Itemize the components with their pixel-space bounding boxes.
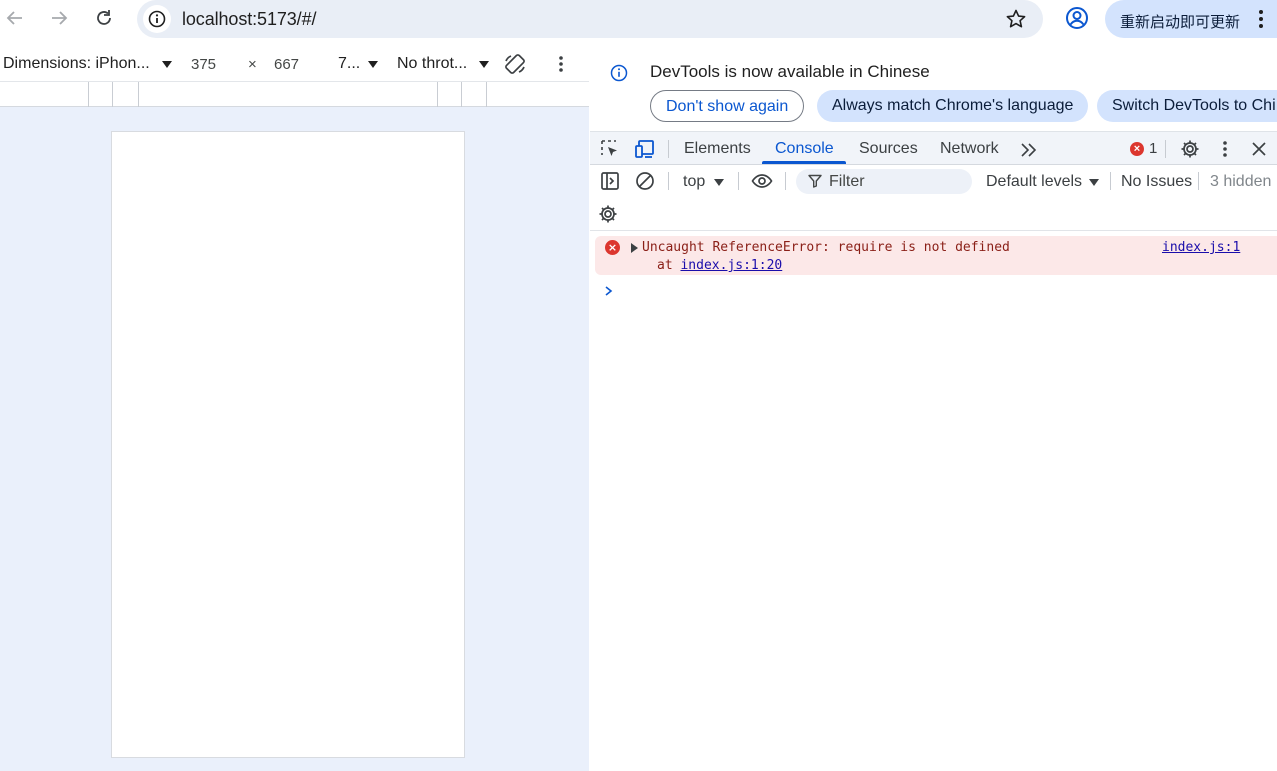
expand-triangle-icon[interactable] [631,243,638,253]
width-input[interactable]: 375 [191,56,216,73]
devtools-tabbar: Elements Console Sources Network × 1 [590,131,1277,165]
filter-funnel-icon [808,174,822,188]
filter-input[interactable]: Filter [796,169,972,194]
device-toggle-icon[interactable] [634,138,656,160]
relaunch-update-button[interactable]: 重新启动即可更新 [1105,0,1277,38]
device-toolbar: Dimensions: iPhon... 375 × 667 7... No t… [0,47,589,81]
info-icon [610,64,628,82]
sidebar-toggle-icon[interactable] [599,170,621,192]
profile-button[interactable] [1064,5,1090,31]
error-text: Uncaught ReferenceError: require is not … [642,240,1010,255]
zoom-label: 7... [338,55,361,72]
account-icon [1066,7,1088,29]
devtools-panel: DevTools is now available in Chinese Don… [590,47,1277,771]
forward-button[interactable] [47,6,71,30]
back-button[interactable] [3,6,27,30]
more-options-icon[interactable] [558,55,564,73]
tab-console[interactable]: Console [775,140,834,158]
zoom-select[interactable]: 7... [338,55,360,73]
divider [1165,140,1166,158]
dimensions-label: Dimensions: iPhon... [3,55,150,72]
error-icon: × [1130,141,1144,156]
tab-sources[interactable]: Sources [859,140,918,158]
active-tab-indicator [762,161,846,164]
divider [785,172,786,190]
settings-gear-icon[interactable] [1179,138,1201,160]
source-link[interactable]: index.js:1 [1162,240,1240,255]
log-levels-select[interactable]: Default levels [986,173,1082,191]
stack-prefix: at [657,258,681,273]
divider [668,172,669,190]
eye-icon[interactable] [751,170,773,192]
close-icon[interactable] [1248,138,1270,160]
issues-counter[interactable]: No Issues [1121,173,1192,191]
console-error-message[interactable]: × Uncaught ReferenceError: require is no… [595,236,1277,275]
height-input[interactable]: 667 [274,56,299,73]
site-info-button[interactable] [143,5,171,33]
error-count: 1 [1149,140,1158,157]
error-count-badge[interactable]: × 1 [1130,140,1157,157]
reload-button[interactable] [92,6,116,30]
reload-icon [97,10,111,25]
arrow-left-icon [6,11,22,25]
language-infobar: DevTools is now available in Chinese Don… [590,47,1277,131]
chevron-down-icon [479,61,489,68]
inspect-element-icon[interactable] [599,138,621,160]
stack-trace-link[interactable]: index.js:1:20 [680,258,782,273]
rotate-icon[interactable] [503,52,527,76]
info-circle-icon [148,10,166,28]
tab-network[interactable]: Network [940,140,999,158]
address-bar[interactable]: localhost:5173/#/ [137,0,1043,38]
switch-devtools-language-button[interactable]: Switch DevTools to Chi [1097,90,1277,122]
url-text[interactable]: localhost:5173/#/ [182,9,317,30]
stack-trace-line: at index.js:1:20 [657,258,782,273]
tab-elements[interactable]: Elements [684,140,751,158]
customize-menu-icon[interactable] [1214,138,1236,160]
browser-toolbar: localhost:5173/#/ 重新启动即可更新 [0,0,1277,47]
log-levels-label: Default levels [986,173,1083,190]
throttle-select[interactable]: No throt... [397,55,467,73]
throttle-label: No throt... [397,55,468,72]
context-select[interactable]: top [683,173,705,191]
device-viewport[interactable] [111,131,465,758]
hidden-messages-count: 3 hidden [1210,173,1272,190]
arrow-right-icon [52,11,68,25]
error-icon: × [605,240,620,255]
more-tabs-icon[interactable] [1018,139,1040,161]
chevron-down-icon [368,61,378,68]
dont-show-again-button[interactable]: Don't show again [650,90,805,122]
console-prompt-chevron-icon[interactable] [603,283,615,299]
divider [738,172,739,190]
device-emulation-pane: Dimensions: iPhon... 375 × 667 7... No t… [0,47,589,771]
update-label: 重新启动即可更新 [1120,13,1241,31]
console-settings-row [590,197,1277,231]
times-sign: × [248,56,257,73]
media-query-ruler[interactable] [0,81,589,107]
filter-placeholder: Filter [829,173,865,190]
clear-console-icon[interactable] [634,170,656,192]
context-label: top [683,173,706,190]
star-icon [1006,9,1026,28]
match-chrome-language-button[interactable]: Always match Chrome's language [817,90,1089,122]
infobar-message: DevTools is now available in Chinese [650,62,930,81]
console-toolbar: top Filter Default levels No Issues 3 hi… [590,165,1277,197]
kebab-menu-icon[interactable] [1258,9,1264,29]
divider [668,140,669,158]
chevron-down-icon [714,179,724,186]
chevron-down-icon [1089,179,1099,186]
divider [1198,172,1199,190]
viewport-area [0,107,589,771]
divider [1110,172,1111,190]
bookmark-button[interactable] [1005,8,1027,30]
dimensions-select[interactable]: Dimensions: iPhon... [3,55,150,73]
chevron-down-icon [162,61,172,68]
console-settings-icon[interactable] [597,203,619,225]
